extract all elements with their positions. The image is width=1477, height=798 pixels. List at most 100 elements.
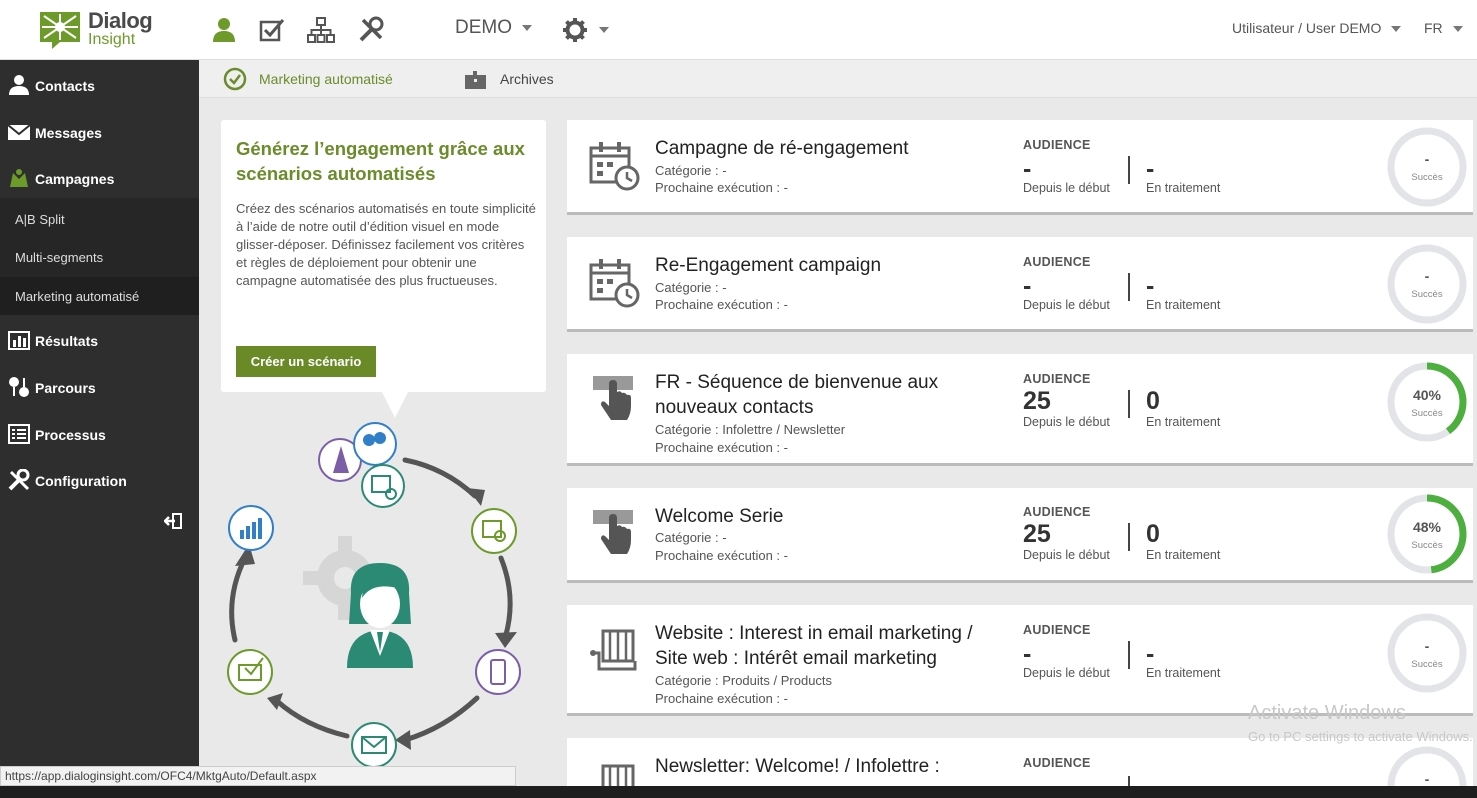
chevron-down-icon	[522, 24, 532, 31]
sidebar-item-configuration[interactable]: Configuration	[0, 459, 199, 499]
success-gauge	[1387, 244, 1467, 324]
workflow-icon	[590, 629, 637, 671]
windows-activation-watermark: Activate Windows	[1248, 702, 1406, 724]
divider	[1128, 523, 1130, 551]
since-start-label: Depuis le début	[1023, 548, 1110, 562]
tab-label: Marketing automatisé	[259, 71, 393, 87]
submenu-item-label: A|B Split	[15, 212, 65, 227]
campaign-card[interactable]: Re-Engagement campaign Catégorie : - Pro…	[567, 237, 1473, 332]
bottom-strip	[0, 786, 1477, 798]
tab-label: Archives	[500, 71, 554, 87]
audience-value: -	[1023, 272, 1032, 300]
processing-value: -	[1146, 155, 1155, 183]
success-value: -	[1424, 638, 1430, 654]
campagnes-submenu: A|B Split Multi-segments Marketing autom…	[0, 198, 199, 315]
campaign-card[interactable]: FR - Séquence de bienvenue aux nouveaux …	[567, 354, 1473, 466]
collapse-sidebar-icon[interactable]	[164, 513, 182, 529]
campaign-name[interactable]: FR - Séquence de bienvenue aux nouveaux …	[655, 370, 1005, 420]
top-bar: Dialog Insight DEMO Utilisateur / User D…	[0, 0, 1477, 60]
chevron-down-icon[interactable]	[599, 27, 609, 33]
create-scenario-button[interactable]: Créer un scénario	[236, 346, 376, 377]
growth-chart-icon	[228, 505, 274, 551]
sidebar-item-parcours[interactable]: Parcours	[0, 366, 199, 406]
audience-label: AUDIENCE	[1023, 372, 1091, 386]
processing-label: En traitement	[1146, 298, 1221, 312]
mobile-phone-icon	[475, 649, 521, 695]
processing-label: En traitement	[1146, 181, 1221, 195]
hierarchy-icon[interactable]	[307, 16, 335, 44]
campaign-category: Catégorie : -	[655, 163, 727, 178]
user-name: Utilisateur / User DEMO	[1232, 20, 1382, 36]
sidebar-item-messages[interactable]: Messages	[0, 111, 199, 151]
journey-icon	[9, 377, 29, 397]
browser-status-url: https://app.dialoginsight.com/OFC4/MktgA…	[0, 766, 516, 786]
campaign-category: Catégorie : -	[655, 280, 727, 295]
audience-value: 25	[1023, 520, 1051, 548]
processing-value: -	[1146, 272, 1155, 300]
processing-value: 0	[1146, 387, 1160, 415]
user-icon	[9, 75, 29, 95]
submenu-item-label: Multi-segments	[15, 250, 104, 265]
tools-icon[interactable]	[357, 16, 385, 44]
since-start-label: Depuis le début	[1023, 298, 1110, 312]
audience-value: -	[1023, 155, 1032, 183]
success-value: 40%	[1412, 387, 1442, 403]
since-start-label: Depuis le début	[1023, 181, 1110, 195]
submenu-item-multi-segments[interactable]: Multi-segments	[0, 238, 199, 276]
chevron-down-icon	[1391, 26, 1402, 33]
sidebar-item-processus[interactable]: Processus	[0, 413, 199, 453]
audience-label: AUDIENCE	[1023, 255, 1091, 269]
success-value: -	[1424, 268, 1430, 284]
audience-label: AUDIENCE	[1023, 623, 1091, 637]
sidebar-item-campagnes[interactable]: Campagnes	[0, 157, 199, 197]
processing-label: En traitement	[1146, 548, 1221, 562]
campaign-name[interactable]: Welcome Serie	[655, 504, 1005, 529]
tasks-checklist-icon[interactable]	[258, 16, 286, 44]
language-selector[interactable]: FR	[1424, 20, 1463, 36]
campaign-card[interactable]: Welcome Serie Catégorie : - Prochaine ex…	[567, 488, 1473, 583]
campaign-name[interactable]: Campagne de ré-engagement	[655, 136, 1005, 161]
processing-value: 0	[1146, 520, 1160, 548]
dialog-insight-logo[interactable]: Dialog Insight	[38, 6, 168, 52]
gear-icon[interactable]	[562, 17, 588, 43]
audience-label: AUDIENCE	[1023, 138, 1091, 152]
promo-title: Générez l’engagement grâce aux scénarios…	[236, 138, 525, 184]
user-menu[interactable]: Utilisateur / User DEMO	[1232, 20, 1402, 36]
success-value: -	[1424, 771, 1430, 787]
success-label: Succès	[1411, 540, 1443, 551]
campaign-name[interactable]: Re-Engagement campaign	[655, 253, 1005, 278]
language-code: FR	[1424, 20, 1443, 36]
contacts-user-icon[interactable]	[210, 16, 238, 44]
sub-tabs: Marketing automatisé Archives	[199, 60, 1477, 98]
email-check-icon	[227, 649, 273, 695]
sidebar-item-label: Processus	[35, 427, 106, 443]
success-value: 48%	[1412, 519, 1442, 535]
campaign-next-run: Prochaine exécution : -	[655, 548, 788, 563]
sidebar-item-label: Campagnes	[35, 171, 115, 187]
check-circle-icon	[223, 67, 247, 91]
sidebar-item-resultats[interactable]: Résultats	[0, 319, 199, 359]
logo-text-insight: Insight	[88, 31, 136, 48]
campaign-name[interactable]: Newsletter: Welcome! / Infolettre :	[655, 754, 1005, 779]
divider	[1128, 641, 1130, 669]
campaign-icon	[10, 169, 28, 187]
click-hand-icon	[593, 376, 633, 420]
campaign-card[interactable]: Website : Interest in email marketing / …	[567, 605, 1473, 716]
promo-card: Générez l’engagement grâce aux scénarios…	[221, 120, 546, 392]
submenu-item-marketing-automatise[interactable]: Marketing automatisé	[0, 277, 199, 315]
campaign-card[interactable]: Campagne de ré-engagement Catégorie : - …	[567, 120, 1473, 215]
tools-icon	[8, 469, 30, 491]
sidebar-item-label: Parcours	[35, 380, 96, 396]
campaign-next-run: Prochaine exécution : -	[655, 691, 788, 706]
sidebar-item-contacts[interactable]: Contacts	[0, 64, 199, 104]
campaign-name[interactable]: Website : Interest in email marketing / …	[655, 621, 1005, 671]
account-selector[interactable]: DEMO	[455, 17, 532, 39]
submenu-item-ab-split[interactable]: A|B Split	[0, 200, 199, 238]
campaign-category: Catégorie : -	[655, 530, 727, 545]
calendar-refresh-icon	[361, 464, 405, 508]
windows-activation-hint: Go to PC settings to activate Windows.	[1248, 729, 1473, 744]
promo-description: Créez des scénarios automatisés en toute…	[236, 201, 536, 288]
audience-value: 25	[1023, 387, 1051, 415]
divider	[1128, 156, 1130, 184]
processing-label: En traitement	[1146, 415, 1221, 429]
